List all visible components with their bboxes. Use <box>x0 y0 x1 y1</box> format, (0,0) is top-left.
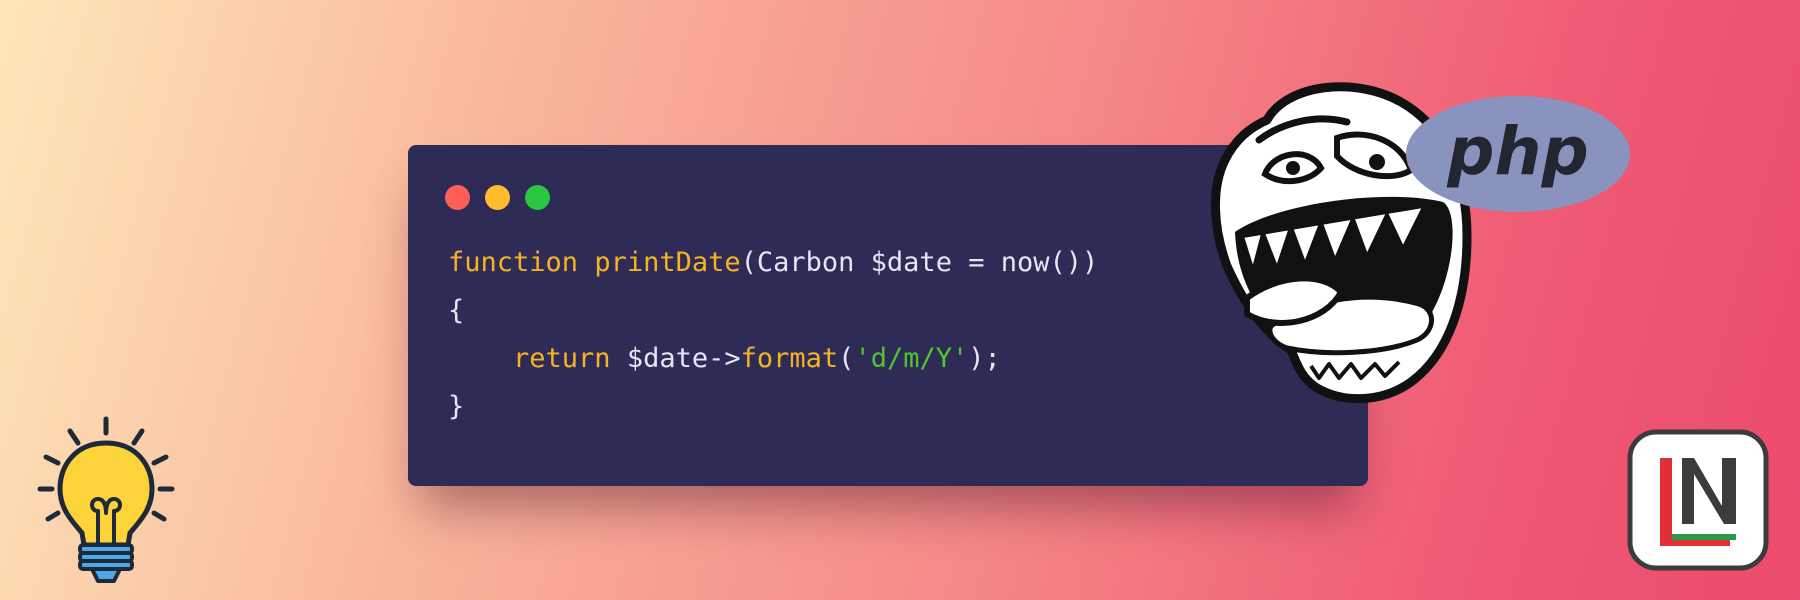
window-controls <box>445 185 550 210</box>
code-paren-close: ); <box>968 343 1001 374</box>
minimize-dot <box>485 185 510 210</box>
close-dot <box>445 185 470 210</box>
code-line-3: return $date->format('d/m/Y'); <box>448 343 1001 374</box>
banner: { "window": { "controls": ["close", "min… <box>0 0 1800 600</box>
code-string: 'd/m/Y' <box>854 343 969 374</box>
lightbulb-icon <box>37 416 175 583</box>
code-block: function printDate(Carbon $date = now())… <box>448 239 1098 431</box>
php-logo-text: php <box>1446 113 1588 190</box>
code-line-4: } <box>448 391 465 422</box>
code-keyword: function <box>448 247 579 278</box>
code-method: format <box>740 343 839 374</box>
code-function-name: printDate <box>594 247 741 278</box>
code-params: (Carbon $date = now()) <box>740 247 1099 278</box>
code-line-1: function printDate(Carbon $date = now()) <box>448 247 1098 278</box>
code-keyword: return <box>513 343 611 374</box>
code-paren-open: ( <box>838 343 855 374</box>
code-line-2: { <box>448 295 465 326</box>
laravel-news-logo <box>1627 429 1769 571</box>
maximize-dot <box>525 185 550 210</box>
code-variable: $date-> <box>610 343 741 374</box>
php-logo: php <box>1406 96 1630 212</box>
